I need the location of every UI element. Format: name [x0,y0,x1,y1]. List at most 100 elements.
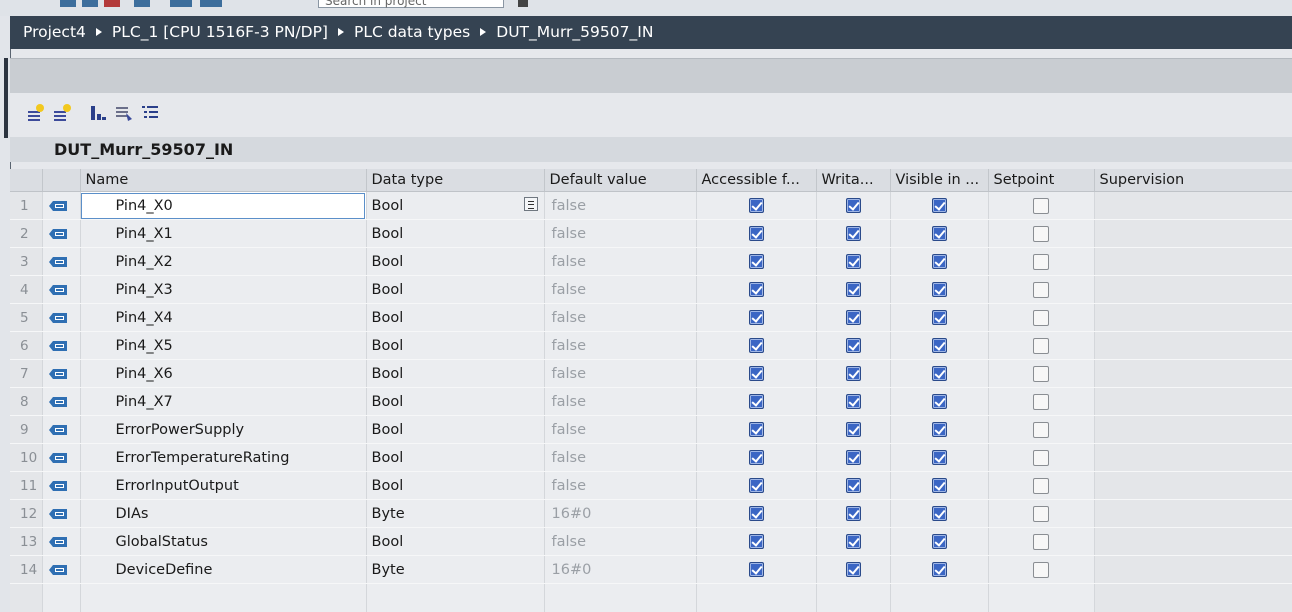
default-value-cell[interactable]: false [544,359,697,388]
name-cell[interactable]: Pin4_X4 [80,303,367,332]
data-type-cell[interactable]: Bool [366,415,545,444]
checkbox-checked-icon[interactable] [931,534,947,549]
supervision-cell[interactable] [1094,471,1292,500]
supervision-cell[interactable] [1094,275,1292,304]
checkbox-unchecked-icon[interactable] [1033,309,1049,326]
supervision-cell[interactable] [1094,219,1292,248]
writable-cell[interactable] [816,527,891,556]
checkbox-checked-icon[interactable] [931,506,947,521]
checkbox-checked-icon[interactable] [845,366,861,381]
visible-cell[interactable] [890,387,989,416]
col-writable[interactable]: Writa... [816,169,891,192]
name-cell[interactable]: Pin4_X5 [80,331,367,360]
checkbox-checked-icon[interactable] [845,506,861,521]
data-type-cell[interactable]: Byte [366,555,545,584]
visible-cell[interactable] [890,191,989,220]
accessible-cell[interactable] [696,555,817,584]
accessible-cell[interactable] [696,387,817,416]
default-value-cell[interactable]: false [544,331,697,360]
col-supervision[interactable]: Supervision [1094,169,1292,192]
checkbox-checked-icon[interactable] [748,366,764,381]
checkbox-checked-icon[interactable] [748,506,764,521]
supervision-cell[interactable] [1094,303,1292,332]
name-cell[interactable]: DIAs [80,499,367,528]
default-value-cell[interactable]: false [544,303,697,332]
toolbar-icon[interactable] [104,0,120,7]
writable-cell[interactable] [816,275,891,304]
checkbox-checked-icon[interactable] [845,422,861,437]
table-row[interactable]: 11 ErrorInputOutput Bool false [10,471,1292,500]
table-row[interactable]: 2 Pin4_X1 Bool false [10,219,1292,248]
name-cell[interactable]: DeviceDefine [80,555,367,584]
checkbox-checked-icon[interactable] [931,310,947,325]
accessible-cell[interactable] [696,247,817,276]
accessible-cell[interactable] [696,359,817,388]
add-new-row[interactable] [10,583,1292,612]
supervision-cell[interactable] [1094,527,1292,556]
checkbox-checked-icon[interactable] [748,310,764,325]
writable-cell[interactable] [816,499,891,528]
checkbox-checked-icon[interactable] [748,282,764,297]
toolbar-icon[interactable] [60,0,76,7]
visible-cell[interactable] [890,247,989,276]
checkbox-unchecked-icon[interactable] [1033,281,1049,298]
toolbar-icon[interactable] [82,0,98,7]
setpoint-cell[interactable] [988,359,1095,388]
name-cell[interactable]: Pin4_X3 [80,275,367,304]
table-row[interactable]: 9 ErrorPowerSupply Bool false [10,415,1292,444]
default-value-cell[interactable]: false [544,275,697,304]
row-number[interactable]: 4 [10,275,43,304]
data-type-cell[interactable]: Bool [366,359,545,388]
col-accessible[interactable]: Accessible f... [696,169,817,192]
checkbox-unchecked-icon[interactable] [1033,449,1049,466]
checkbox-checked-icon[interactable] [845,450,861,465]
checkbox-checked-icon[interactable] [931,478,947,493]
checkbox-checked-icon[interactable] [748,338,764,353]
row-number[interactable]: 9 [10,415,43,444]
row-number[interactable]: 8 [10,387,43,416]
table-row[interactable]: 12 DIAs Byte 16#0 [10,499,1292,528]
checkbox-checked-icon[interactable] [748,534,764,549]
setpoint-cell[interactable] [988,387,1095,416]
checkbox-checked-icon[interactable] [931,338,947,353]
checkbox-checked-icon[interactable] [931,198,947,213]
visible-cell[interactable] [890,471,989,500]
checkbox-checked-icon[interactable] [748,394,764,409]
checkbox-checked-icon[interactable] [931,366,947,381]
row-number[interactable]: 1 [10,191,43,220]
checkbox-unchecked-icon[interactable] [1033,365,1049,382]
data-type-cell[interactable]: Bool [366,247,545,276]
setpoint-cell[interactable] [988,471,1095,500]
checkbox-unchecked-icon[interactable] [1033,225,1049,242]
accessible-cell[interactable] [696,191,817,220]
type-list-button[interactable] [523,197,538,211]
visible-cell[interactable] [890,443,989,472]
accessible-cell[interactable] [696,331,817,360]
accessible-cell[interactable] [696,499,817,528]
checkbox-unchecked-icon[interactable] [1033,561,1049,578]
default-value-cell[interactable]: false [544,247,697,276]
supervision-cell[interactable] [1094,191,1292,220]
writable-cell[interactable] [816,219,891,248]
supervision-cell[interactable] [1094,247,1292,276]
supervision-cell[interactable] [1094,555,1292,584]
name-cell[interactable]: GlobalStatus [80,527,367,556]
name-cell[interactable]: ErrorTemperatureRating [80,443,367,472]
visible-cell[interactable] [890,359,989,388]
checkbox-checked-icon[interactable] [845,534,861,549]
accessible-cell[interactable] [696,527,817,556]
toolbar-icon[interactable] [170,0,192,7]
setpoint-cell[interactable] [988,415,1095,444]
setpoint-cell[interactable] [988,247,1095,276]
col-name[interactable]: Name [80,169,367,192]
breadcrumb-item[interactable]: DUT_Murr_59507_IN [496,23,653,41]
col-number[interactable] [10,169,43,192]
table-row[interactable]: 10 ErrorTemperatureRating Bool false [10,443,1292,472]
table-row[interactable]: 3 Pin4_X2 Bool false [10,247,1292,276]
checkbox-unchecked-icon[interactable] [1033,505,1049,522]
breadcrumb-item[interactable]: PLC_1 [CPU 1516F-3 PN/DP] [112,23,328,41]
supervision-cell[interactable] [1094,415,1292,444]
default-value-cell[interactable]: false [544,191,697,220]
checkbox-checked-icon[interactable] [845,198,861,213]
setpoint-cell[interactable] [988,527,1095,556]
